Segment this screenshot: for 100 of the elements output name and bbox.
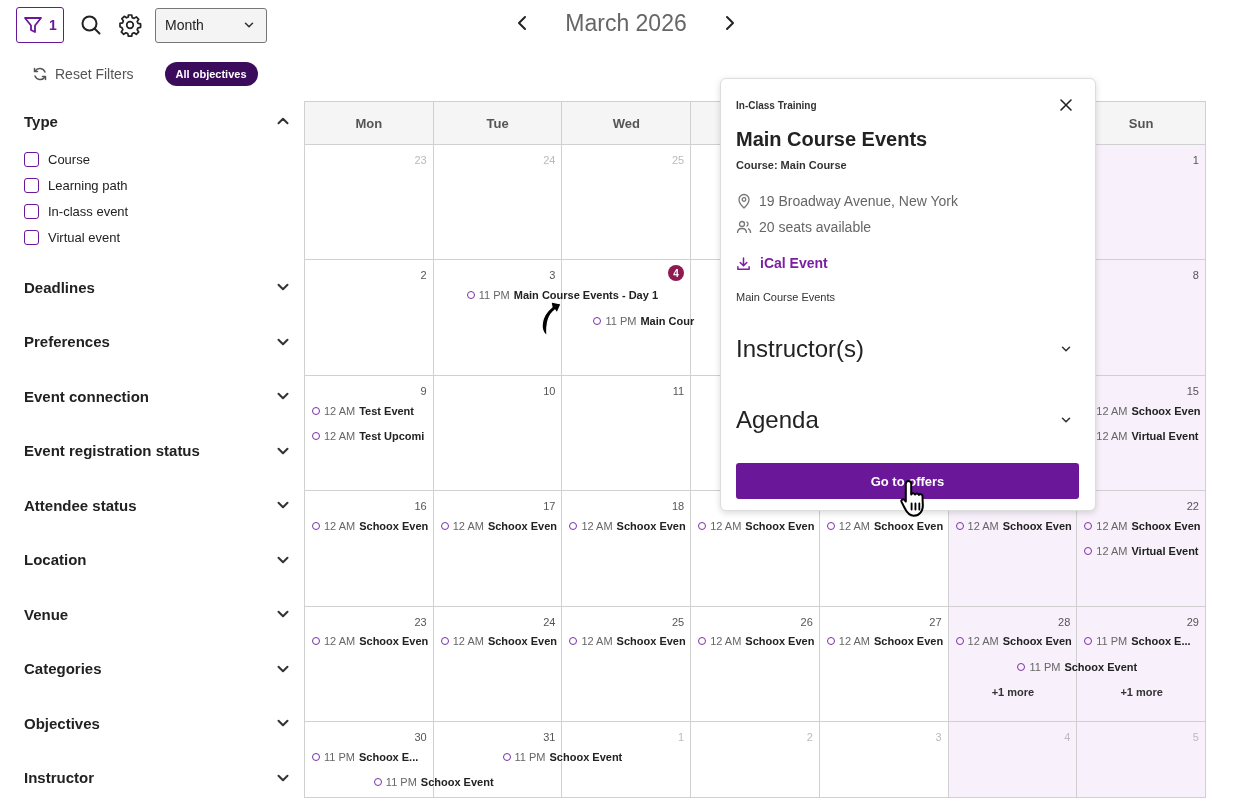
date-number: 29 xyxy=(1186,615,1199,628)
date-number: 1 xyxy=(1192,154,1199,166)
day-cell[interactable] xyxy=(1077,721,1206,798)
calendar-event[interactable]: 12 AM Schoox Even xyxy=(312,519,429,532)
event-description: Main Course Events xyxy=(736,291,837,303)
day-cell[interactable] xyxy=(691,721,820,798)
calendar-event[interactable]: 11 PM Schoox Event xyxy=(1017,660,1138,673)
calendar-event[interactable]: 12 AM Schoox Even xyxy=(312,635,429,648)
accordion-header[interactable]: Agenda xyxy=(736,384,1079,455)
calendar-event[interactable]: 12 AM Schoox Even xyxy=(955,519,1072,532)
calendar-event[interactable]: 12 AM Schoox Even xyxy=(698,635,815,648)
filter-section-header[interactable]: Event registration status xyxy=(24,423,292,478)
date-number: 3 xyxy=(549,269,556,282)
filter-section-header[interactable]: Instructor xyxy=(24,750,292,798)
date-number: 25 xyxy=(671,615,685,628)
date-number: 28 xyxy=(1058,615,1071,628)
checkbox[interactable] xyxy=(24,177,39,193)
objectives-chip[interactable]: All objectives xyxy=(164,61,258,86)
filter-section-header[interactable]: Type xyxy=(24,101,292,141)
checkbox[interactable] xyxy=(24,203,39,219)
search-icon[interactable] xyxy=(80,14,102,36)
filter-section-header[interactable]: Attendee status xyxy=(24,478,292,533)
calendar-event[interactable]: 12 AM Test Event xyxy=(312,404,414,417)
day-header: Tue xyxy=(433,102,563,145)
calendar-event[interactable]: 12 AM Schoox Even xyxy=(569,519,686,532)
download-icon xyxy=(736,255,751,271)
day-cell[interactable] xyxy=(562,606,692,722)
filter-option[interactable]: Learning path xyxy=(24,172,292,198)
date-number: 24 xyxy=(543,154,556,166)
day-cell[interactable] xyxy=(433,491,563,607)
date-number: 1 xyxy=(678,730,685,743)
filter-section-header[interactable]: Event connection xyxy=(24,369,292,424)
day-cell[interactable] xyxy=(562,491,692,607)
date-number: 5 xyxy=(1192,730,1199,743)
day-cell[interactable] xyxy=(305,375,434,492)
day-cell[interactable] xyxy=(1077,491,1206,607)
filter-option[interactable]: Virtual event xyxy=(24,224,292,250)
calendar-event[interactable]: 11 PM Schoox Event xyxy=(502,750,623,763)
day-cell[interactable] xyxy=(562,375,692,492)
calendar-event[interactable]: 12 AM Schoox Even xyxy=(826,635,944,648)
day-cell[interactable] xyxy=(305,260,434,376)
date-number: 3 xyxy=(935,730,942,743)
date-number: 25 xyxy=(671,154,685,166)
checkbox[interactable] xyxy=(24,151,39,167)
filter-section-header[interactable]: Deadlines xyxy=(24,260,292,315)
day-header: Wed xyxy=(562,102,692,145)
calendar-event[interactable]: 12 AM Schoox Even xyxy=(955,635,1072,648)
filter-button[interactable]: 1 xyxy=(16,7,64,43)
date-number: 30 xyxy=(414,730,427,743)
calendar-event[interactable]: 12 AM Virtual Event xyxy=(1084,545,1199,558)
day-cell[interactable] xyxy=(819,606,949,722)
calendar-event[interactable]: 11 PM Main Course Events - Day 1 xyxy=(466,289,659,302)
calendar-event[interactable]: 12 AM Schoox Even xyxy=(440,635,557,648)
close-icon[interactable] xyxy=(1059,98,1073,112)
filter-section-header[interactable]: Location xyxy=(24,532,292,587)
view-select[interactable]: Month xyxy=(155,7,267,43)
day-cell[interactable] xyxy=(691,606,820,722)
reset-filters-button[interactable]: Reset Filters xyxy=(32,65,134,82)
day-cell[interactable] xyxy=(305,491,434,607)
calendar-event[interactable]: 12 AM Schoox Even xyxy=(1084,519,1201,532)
day-cell[interactable] xyxy=(305,606,434,722)
date-number: 8 xyxy=(1192,269,1199,282)
calendar-event[interactable]: 12 AM Test Upcomi xyxy=(312,430,425,443)
filter-option[interactable]: Course xyxy=(24,146,292,172)
date-number: 23 xyxy=(414,615,427,628)
accordion-header[interactable]: Instructor(s) xyxy=(736,313,1079,384)
day-cell[interactable] xyxy=(433,375,563,492)
calendar-event[interactable]: 11 PM Schoox Event xyxy=(373,776,494,789)
calendar-event[interactable]: 11 PM Main Cour xyxy=(593,314,695,327)
day-cell[interactable] xyxy=(433,145,563,261)
more-events-link[interactable]: +1 more xyxy=(1120,686,1163,699)
calendar-event[interactable]: 12 AM Schoox Even xyxy=(698,519,815,532)
calendar-event[interactable]: 11 PM Schoox E... xyxy=(1084,635,1191,648)
month-title: March 2026 xyxy=(565,9,687,37)
filter-option[interactable]: In-class event xyxy=(24,198,292,224)
filter-section-header[interactable]: Categories xyxy=(24,641,292,696)
filter-section-header[interactable]: Preferences xyxy=(24,314,292,369)
day-cell[interactable] xyxy=(562,145,692,261)
seats-available: 20 seats available xyxy=(759,219,872,235)
settings-icon[interactable] xyxy=(118,13,142,37)
date-number: 10 xyxy=(543,384,556,397)
calendar-event[interactable]: 12 AM Schoox Even xyxy=(569,635,686,648)
filter-section-header[interactable]: Venue xyxy=(24,587,292,642)
refresh-icon xyxy=(32,65,48,82)
date-number: 23 xyxy=(414,154,427,166)
day-cell[interactable] xyxy=(433,606,563,722)
filter-section-header[interactable]: Objectives xyxy=(24,696,292,751)
checkbox[interactable] xyxy=(24,229,39,245)
ical-link[interactable]: iCal Event xyxy=(736,255,828,271)
date-number: 4 xyxy=(1064,730,1071,743)
filter-icon xyxy=(23,15,44,35)
day-cell[interactable] xyxy=(948,721,1078,798)
event-category: In-Class Training xyxy=(736,99,817,111)
calendar-event[interactable]: 11 PM Schoox E... xyxy=(312,750,419,763)
date-number: 22 xyxy=(1186,500,1199,513)
calendar-event[interactable]: 12 AM Schoox Even xyxy=(826,519,944,532)
day-cell[interactable] xyxy=(819,721,949,798)
more-events-link[interactable]: +1 more xyxy=(991,686,1035,699)
day-cell[interactable] xyxy=(305,145,434,261)
calendar-event[interactable]: 12 AM Schoox Even xyxy=(440,519,557,532)
